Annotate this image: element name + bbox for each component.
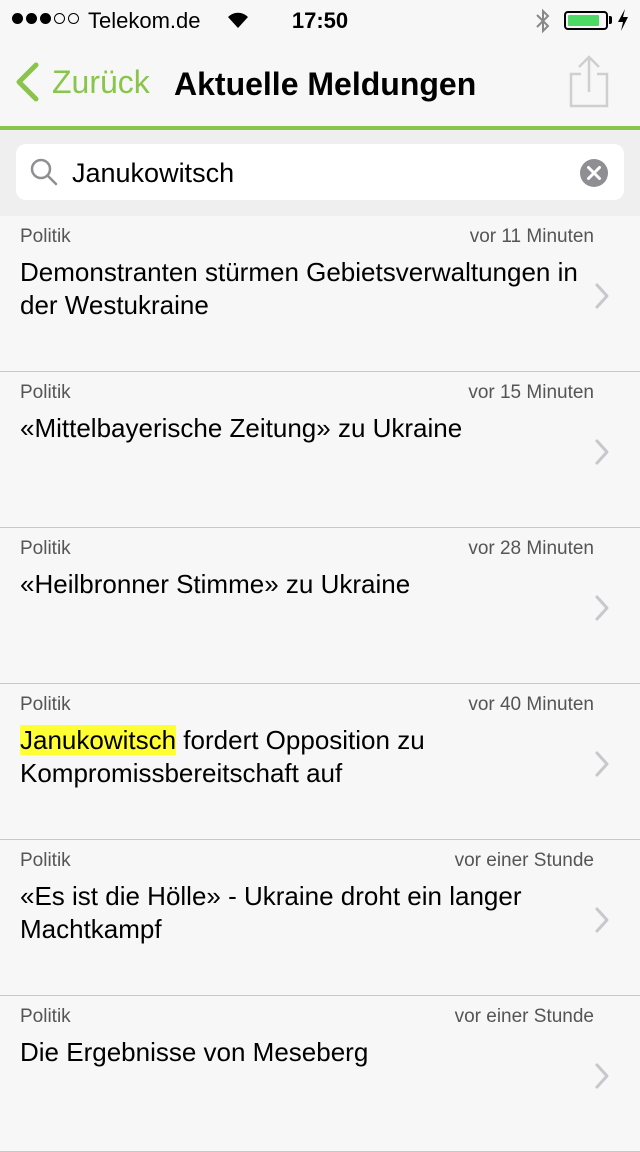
news-category: Politik [20,382,71,403]
battery-level [568,15,599,26]
clear-search-icon[interactable] [579,158,609,188]
news-category: Politik [20,226,71,247]
headline-text: Die Ergebnisse von Meseberg [20,1037,369,1067]
search-input[interactable] [70,152,574,194]
news-time: vor 28 Minuten [468,538,594,559]
news-headline: «Heilbronner Stimme» zu Ukraine [20,568,580,601]
page-title: Aktuelle Meldungen [174,66,477,102]
bluetooth-icon [536,8,550,34]
news-headline: Die Ergebnisse von Meseberg [20,1036,580,1069]
news-list-item[interactable]: Politik vor 11 Minuten Demonstranten stü… [0,216,640,372]
news-list-item[interactable]: Politik vor 28 Minuten «Heilbronner Stim… [0,528,640,684]
search-field[interactable] [16,144,624,200]
headline-text: «Es ist die Hölle» - Ukraine droht ein l… [20,881,522,944]
chevron-right-icon [595,751,609,777]
news-list-item[interactable]: Politik vor einer Stunde «Es ist die Höl… [0,840,640,996]
headline-text: «Heilbronner Stimme» zu Ukraine [20,569,411,599]
news-time: vor 11 Minuten [469,226,594,247]
chevron-right-icon [595,283,609,309]
news-time: vor einer Stunde [454,850,594,871]
chevron-right-icon [595,439,609,465]
news-time: vor 15 Minuten [468,382,594,403]
chevron-right-icon [595,907,609,933]
news-headline: «Mittelbayerische Zeitung» zu Ukraine [20,412,580,445]
news-category: Politik [20,1006,71,1027]
battery-icon [564,11,608,30]
search-highlight: Janukowitsch [20,725,177,755]
back-button[interactable]: Zurück [14,62,150,102]
news-headline: «Es ist die Hölle» - Ukraine droht ein l… [20,880,580,946]
news-time: vor einer Stunde [454,1006,594,1027]
search-bar [0,130,640,346]
battery-tip [609,16,612,24]
news-category: Politik [20,850,71,871]
news-headline: Janukowitsch fordert Opposition zu Kompr… [20,724,580,790]
news-list-item[interactable]: Politik vor 15 Minuten «Mittelbayerische… [0,372,640,528]
charging-icon [618,9,628,31]
news-category: Politik [20,538,71,559]
news-list-item[interactable]: Politik vor einer Stunde Die Ergebnisse … [0,996,640,1152]
search-icon [30,158,58,186]
headline-text: Demonstranten stürmen Gebietsverwaltunge… [20,257,578,320]
headline-text: «Mittelbayerische Zeitung» zu Ukraine [20,413,463,443]
back-button-label: Zurück [52,63,150,100]
news-time: vor 40 Minuten [468,694,594,715]
news-category: Politik [20,694,71,715]
navigation-bar: Zurück Aktuelle Meldungen [0,40,640,126]
news-list: Politik vor 11 Minuten Demonstranten stü… [0,216,640,1152]
chevron-right-icon [595,1063,609,1089]
chevron-right-icon [595,595,609,621]
status-bar: Telekom.de 17:50 [0,0,640,40]
share-icon[interactable] [566,54,612,110]
news-headline: Demonstranten stürmen Gebietsverwaltunge… [20,256,580,322]
chevron-left-icon [16,62,39,102]
news-list-item[interactable]: Politik vor 40 Minuten Janukowitsch ford… [0,684,640,840]
